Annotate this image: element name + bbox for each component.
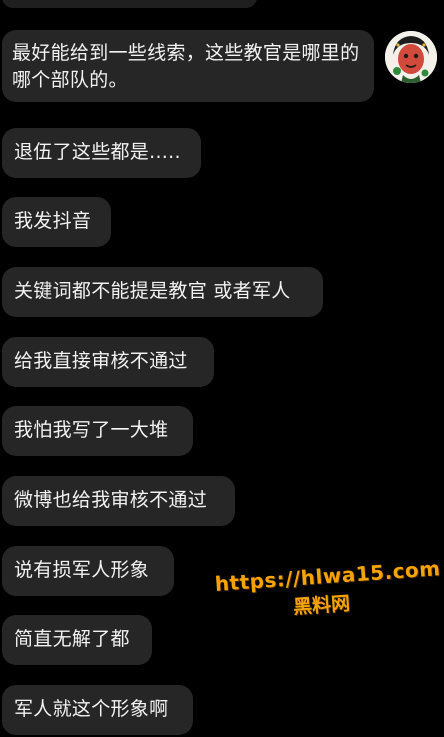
message-bubble[interactable]: 简直无解了都 xyxy=(2,615,152,665)
message-text: 我怕我写了一大堆 xyxy=(14,419,169,441)
message-text: 退伍了这些都是..... xyxy=(14,141,181,163)
message-text: 军人就这个形象啊 xyxy=(14,698,169,720)
message-bubble[interactable]: 关键词都不能提是教官 或者军人 xyxy=(2,267,323,317)
message-text: 给我直接审核不通过 xyxy=(14,350,188,372)
message-bubble[interactable]: 退伍了这些都是..... xyxy=(2,128,201,178)
message-bubble[interactable]: 我发抖音 xyxy=(2,197,111,247)
message-text: 关键词都不能提是教官 或者军人 xyxy=(14,280,291,302)
chat-thread: 最好能给到一些线索，这些教官是哪里的哪个部队的。 退伍了这些都是..... 我发… xyxy=(0,0,444,737)
message-text: 微博也给我审核不通过 xyxy=(14,489,208,511)
message-bubble[interactable]: 说有损军人形象 xyxy=(2,546,174,596)
message-bubble[interactable]: 军人就这个形象啊 xyxy=(2,685,193,735)
avatar-illustration-icon xyxy=(385,31,437,83)
message-bubble[interactable]: 给我直接审核不通过 xyxy=(2,337,214,387)
message-bubble[interactable]: 微博也给我审核不通过 xyxy=(2,476,235,526)
message-bubble[interactable]: 最好能给到一些线索，这些教官是哪里的哪个部队的。 xyxy=(2,30,374,102)
message-text: 我发抖音 xyxy=(14,210,92,232)
watermark: https://hlwa15.com 黑料网 xyxy=(214,556,441,625)
partial-message-bubble[interactable] xyxy=(2,0,257,8)
avatar[interactable] xyxy=(385,31,437,83)
message-bubble[interactable]: 我怕我写了一大堆 xyxy=(2,406,193,456)
message-text: 说有损军人形象 xyxy=(14,559,150,581)
message-text: 最好能给到一些线索，这些教官是哪里的哪个部队的。 xyxy=(12,42,360,91)
message-text: 简直无解了都 xyxy=(14,628,130,650)
